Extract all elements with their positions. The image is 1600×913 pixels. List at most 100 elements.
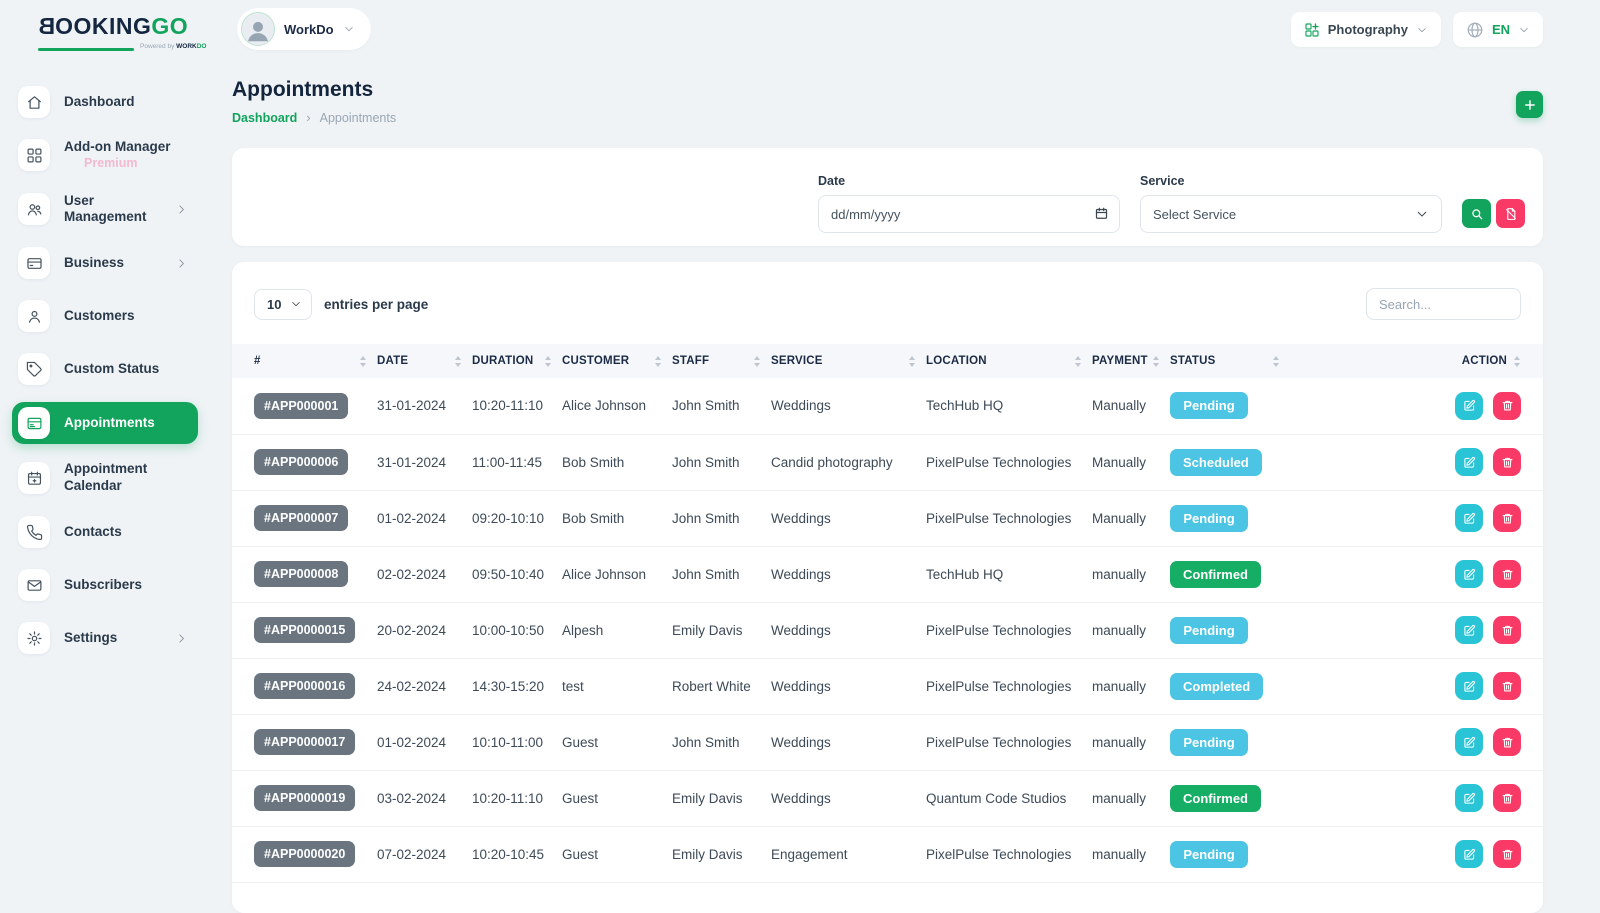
sidebar-item-contacts[interactable]: Contacts — [12, 512, 198, 552]
cell-payment: manually — [1092, 546, 1170, 602]
breadcrumb-dashboard-link[interactable]: Dashboard — [232, 111, 297, 125]
cell-action — [1290, 378, 1543, 434]
col-customer[interactable]: CUSTOMER — [562, 344, 672, 378]
col-payment[interactable]: PAYMENT — [1092, 344, 1170, 378]
edit-button[interactable] — [1455, 784, 1483, 812]
breadcrumb-current: Appointments — [320, 111, 396, 125]
edit-button[interactable] — [1455, 840, 1483, 868]
delete-button[interactable] — [1493, 448, 1521, 476]
cell-service: Weddings — [771, 714, 926, 770]
cell-location: Quantum Code Studios — [926, 770, 1092, 826]
cell-status: Pending — [1170, 490, 1290, 546]
status-badge: Confirmed — [1170, 561, 1261, 588]
appointment-id-badge[interactable]: #APP0000019 — [254, 785, 355, 811]
col-location[interactable]: LOCATION — [926, 344, 1092, 378]
appointment-id-badge[interactable]: #APP0000015 — [254, 617, 355, 643]
col-date[interactable]: DATE — [377, 344, 472, 378]
sidebar-item-customers[interactable]: Customers — [12, 296, 198, 336]
filter-buttons — [1462, 199, 1525, 228]
add-appointment-button[interactable] — [1516, 91, 1543, 118]
edit-button[interactable] — [1455, 560, 1483, 588]
edit-button[interactable] — [1455, 448, 1483, 476]
trash-icon — [1501, 624, 1514, 637]
sidebar-item-settings[interactable]: Settings — [12, 618, 198, 658]
chevron-right-icon — [175, 257, 188, 270]
edit-button[interactable] — [1455, 504, 1483, 532]
sidebar-item-subscribers[interactable]: Subscribers — [12, 565, 198, 605]
sidebar-item-appointment-calendar[interactable]: Appointment Calendar — [12, 457, 198, 499]
sort-icon — [455, 356, 462, 367]
sidebar-item-business[interactable]: Business — [12, 243, 198, 283]
table-row: #APP0000017 01-02-2024 10:10-11:00 Guest… — [232, 714, 1543, 770]
appointments-table: # DATE DURATION CUSTOMER STAFF SERVICE L… — [232, 344, 1543, 883]
edit-button[interactable] — [1455, 616, 1483, 644]
cell-duration: 10:20-11:10 — [472, 378, 562, 434]
table-header-row: # DATE DURATION CUSTOMER STAFF SERVICE L… — [232, 344, 1543, 378]
delete-button[interactable] — [1493, 392, 1521, 420]
col-status[interactable]: STATUS — [1170, 344, 1290, 378]
edit-button[interactable] — [1455, 728, 1483, 756]
page-header: Appointments Dashboard › Appointments — [232, 78, 1543, 125]
delete-button[interactable] — [1493, 784, 1521, 812]
chevron-right-icon — [175, 203, 188, 216]
sidebar-item-label: Contacts — [64, 524, 122, 541]
cell-location: PixelPulse Technologies — [926, 826, 1092, 882]
sort-icon — [1514, 356, 1521, 367]
sidebar-item-add-on-manager[interactable]: Add-on Manager Premium — [12, 135, 198, 176]
trash-icon — [1501, 399, 1514, 412]
sidebar-item-custom-status[interactable]: Custom Status — [12, 349, 198, 389]
col-action[interactable]: ACTION — [1290, 344, 1543, 378]
appointment-id-badge[interactable]: #APP000008 — [254, 561, 348, 587]
cell-action — [1290, 434, 1543, 490]
entries-per-page-select[interactable]: 10 — [254, 289, 312, 320]
appointment-id-badge[interactable]: #APP0000017 — [254, 729, 355, 755]
appointments-table-card: 10 entries per page # DATE DURATION CUST… — [232, 262, 1543, 913]
reset-filter-button[interactable] — [1496, 199, 1525, 228]
cell-staff: John Smith — [672, 546, 771, 602]
cell-duration: 11:00-11:45 — [472, 434, 562, 490]
cell-date: 31-01-2024 — [377, 378, 472, 434]
appointment-id-badge[interactable]: #APP000001 — [254, 393, 348, 419]
appointment-id-badge[interactable]: #APP0000020 — [254, 841, 355, 867]
edit-icon — [1463, 736, 1476, 749]
tag-icon — [26, 361, 43, 378]
appointment-id-badge[interactable]: #APP000006 — [254, 449, 348, 475]
edit-button[interactable] — [1455, 672, 1483, 700]
delete-button[interactable] — [1493, 560, 1521, 588]
sidebar-item-appointments[interactable]: Appointments — [12, 402, 198, 444]
sidebar-item-dashboard[interactable]: Dashboard — [12, 82, 198, 122]
appointment-id-badge[interactable]: #APP0000016 — [254, 673, 355, 699]
appointment-id-badge[interactable]: #APP000007 — [254, 505, 348, 531]
cell-action — [1290, 602, 1543, 658]
delete-button[interactable] — [1493, 616, 1521, 644]
sidebar-item-label: Custom Status — [64, 361, 159, 378]
cell-duration: 10:10-11:00 — [472, 714, 562, 770]
col-id[interactable]: # — [232, 344, 377, 378]
brand-logo[interactable]: BOOKINGGO Powered by WORKDO — [38, 15, 206, 56]
delete-button[interactable] — [1493, 672, 1521, 700]
edit-icon — [1463, 848, 1476, 861]
col-service[interactable]: SERVICE — [771, 344, 926, 378]
cell-payment: manually — [1092, 602, 1170, 658]
sort-icon — [1153, 356, 1160, 367]
col-staff[interactable]: STAFF — [672, 344, 771, 378]
delete-button[interactable] — [1493, 504, 1521, 532]
date-input[interactable] — [818, 195, 1120, 233]
service-select[interactable]: Select Service — [1140, 195, 1442, 233]
cell-staff: John Smith — [672, 378, 771, 434]
table-search-input[interactable] — [1366, 288, 1521, 320]
status-badge: Pending — [1170, 617, 1248, 644]
apply-filter-button[interactable] — [1462, 199, 1491, 228]
cell-staff: Emily Davis — [672, 770, 771, 826]
delete-button[interactable] — [1493, 840, 1521, 868]
edit-button[interactable] — [1455, 392, 1483, 420]
cell-customer: Guest — [562, 826, 672, 882]
entries-value: 10 — [267, 297, 281, 312]
col-duration[interactable]: DURATION — [472, 344, 562, 378]
delete-button[interactable] — [1493, 728, 1521, 756]
file-slash-icon — [1504, 207, 1518, 221]
credit-card-icon — [26, 255, 43, 272]
edit-icon — [1463, 680, 1476, 693]
sidebar-item-user-management[interactable]: User Management — [12, 189, 198, 231]
sidebar: BOOKINGGO Powered by WORKDO Dashboard Ad… — [0, 0, 212, 900]
